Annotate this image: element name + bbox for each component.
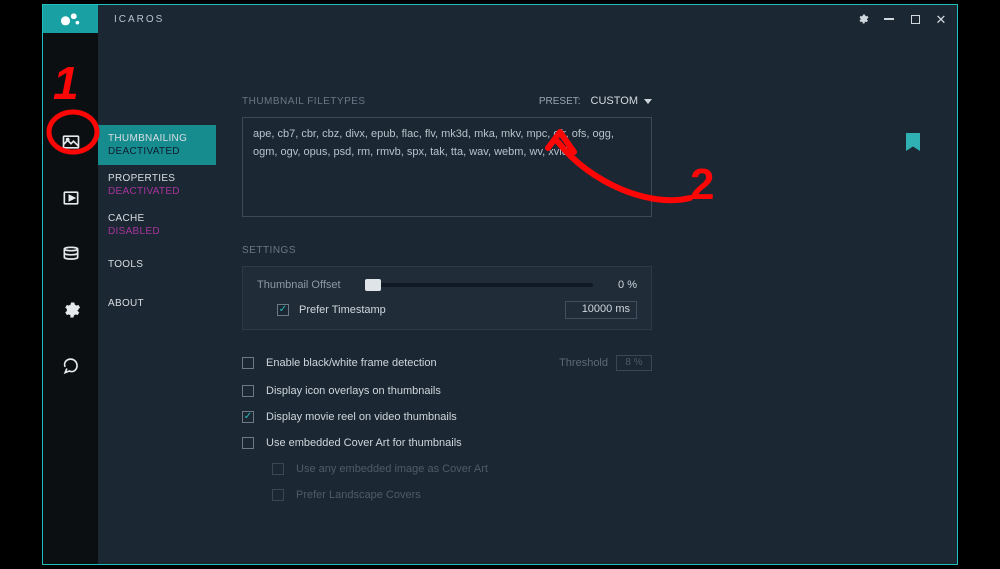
nav-status: DISABLED (108, 226, 206, 237)
slider-thumb[interactable] (365, 279, 381, 291)
offset-percent: 0 % (603, 279, 637, 291)
close-button[interactable]: ✕ (935, 13, 947, 25)
prefer-timestamp-row: Prefer Timestamp 10000 ms (257, 301, 637, 319)
threshold-value: 8 % (616, 355, 652, 371)
bookmark-icon[interactable] (906, 133, 920, 151)
content-area: THUMBNAILING DEACTIVATED PROPERTIES DEAC… (98, 33, 957, 564)
nav-label: CACHE (108, 213, 206, 224)
offset-label: Thumbnail Offset (257, 279, 355, 291)
prefer-timestamp-label: Prefer Timestamp (299, 304, 386, 316)
opt-movie-reel: Display movie reel on video thumbnails (242, 404, 652, 430)
app-title: ICAROS (98, 14, 857, 25)
logo-icon (60, 11, 82, 27)
offset-slider-row: Thumbnail Offset 0 % (257, 279, 637, 291)
opt-icon-overlays: Display icon overlays on thumbnails (242, 378, 652, 404)
cache-icon[interactable] (60, 243, 82, 265)
main-panel: THUMBNAIL FILETYPES PRESET: CUSTOM ape, … (216, 33, 957, 564)
opt-landscape-checkbox (272, 489, 284, 501)
thumbnailing-icon[interactable] (60, 131, 82, 153)
opt-landscape-label: Prefer Landscape Covers (296, 489, 421, 501)
opt-any-embedded-checkbox (272, 463, 284, 475)
nav-item-thumbnailing[interactable]: THUMBNAILING DEACTIVATED (98, 125, 216, 165)
opt-movie-reel-checkbox[interactable] (242, 411, 254, 423)
opt-icon-overlays-checkbox[interactable] (242, 385, 254, 397)
nav-label: THUMBNAILING (108, 133, 206, 144)
preset-label: PRESET: (539, 96, 581, 107)
nav-list: THUMBNAILING DEACTIVATED PROPERTIES DEAC… (98, 33, 216, 564)
offset-panel: Thumbnail Offset 0 % Prefer Timestamp 10… (242, 266, 652, 330)
preset-dropdown[interactable]: CUSTOM (591, 95, 652, 107)
opt-cover-art: Use embedded Cover Art for thumbnails (242, 430, 652, 456)
nav-status: DEACTIVATED (108, 146, 206, 157)
opt-any-embedded: Use any embedded image as Cover Art (242, 456, 652, 482)
opt-bw-checkbox[interactable] (242, 357, 254, 369)
chevron-down-icon (644, 99, 652, 104)
options-list: Enable black/white frame detection Thres… (242, 348, 652, 508)
maximize-button[interactable] (909, 13, 921, 25)
timestamp-value[interactable]: 10000 ms (565, 301, 637, 319)
nav-status: DEACTIVATED (108, 186, 206, 197)
opt-cover-art-checkbox[interactable] (242, 437, 254, 449)
nav-label: PROPERTIES (108, 173, 206, 184)
filetypes-header-row: THUMBNAIL FILETYPES PRESET: CUSTOM (242, 95, 652, 107)
titlebar: ICAROS ✕ (43, 5, 957, 33)
title-actions: ✕ (857, 13, 957, 25)
minimize-button[interactable] (883, 13, 895, 25)
filetypes-label: THUMBNAIL FILETYPES (242, 96, 366, 107)
preset-selector: PRESET: CUSTOM (539, 95, 652, 107)
threshold-label: Threshold (559, 357, 608, 369)
opt-bw-label: Enable black/white frame detection (266, 357, 437, 369)
nav-label: TOOLS (108, 259, 206, 270)
nav-label: ABOUT (108, 298, 206, 309)
tools-icon[interactable] (60, 299, 82, 321)
opt-landscape: Prefer Landscape Covers (242, 482, 652, 508)
prefer-timestamp-checkbox[interactable] (277, 304, 289, 316)
app-logo (43, 5, 98, 33)
nav-item-about[interactable]: ABOUT (98, 284, 216, 317)
nav-item-cache[interactable]: CACHE DISABLED (98, 205, 216, 245)
preset-value: CUSTOM (591, 95, 638, 107)
opt-any-embedded-label: Use any embedded image as Cover Art (296, 463, 488, 475)
icon-sidebar (43, 33, 98, 564)
nav-item-tools[interactable]: TOOLS (98, 245, 216, 284)
opt-cover-art-label: Use embedded Cover Art for thumbnails (266, 437, 462, 449)
about-icon[interactable] (60, 355, 82, 377)
nav-item-properties[interactable]: PROPERTIES DEACTIVATED (98, 165, 216, 205)
filetypes-textbox[interactable]: ape, cb7, cbr, cbz, divx, epub, flac, fl… (242, 117, 652, 217)
app-window: ICAROS ✕ THUMBNAILING (42, 4, 958, 565)
settings-gear-icon[interactable] (857, 13, 869, 25)
properties-icon[interactable] (60, 187, 82, 209)
offset-slider[interactable] (365, 283, 593, 287)
settings-label: SETTINGS (242, 245, 957, 256)
opt-icon-overlays-label: Display icon overlays on thumbnails (266, 385, 441, 397)
opt-movie-reel-label: Display movie reel on video thumbnails (266, 411, 457, 423)
opt-bw-detection: Enable black/white frame detection Thres… (242, 348, 652, 378)
